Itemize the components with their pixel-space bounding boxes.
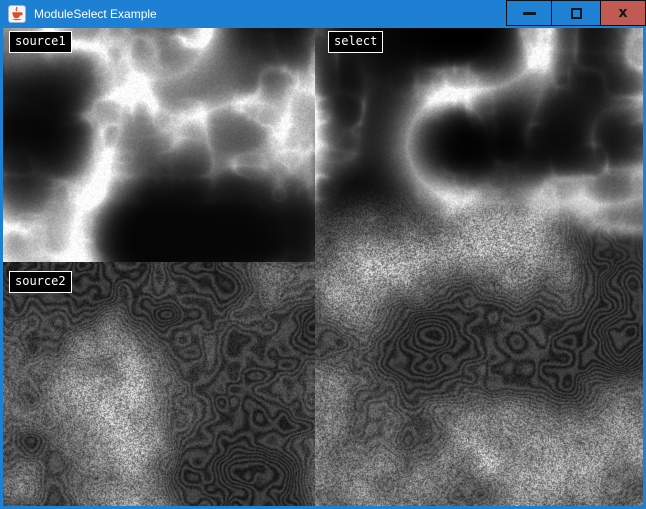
source2-preview-canvas: [3, 262, 315, 506]
source1-preview-canvas: [3, 28, 315, 262]
render-area: source1 select source2: [3, 28, 643, 506]
minimize-button[interactable]: [506, 0, 552, 26]
source1-label: source1: [9, 31, 72, 53]
maximize-button[interactable]: [551, 0, 601, 26]
close-icon: x: [618, 6, 627, 20]
close-button[interactable]: x: [600, 0, 646, 26]
maximize-icon: [571, 8, 582, 19]
minimize-icon: [523, 12, 536, 15]
app-window: ModuleSelect Example x source1 select so…: [0, 0, 646, 509]
java-app-icon: [8, 5, 26, 23]
window-title: ModuleSelect Example: [34, 0, 157, 28]
window-controls: x: [506, 0, 646, 26]
select-label: select: [328, 31, 383, 53]
source2-label: source2: [9, 271, 72, 293]
titlebar[interactable]: ModuleSelect Example x: [0, 0, 646, 28]
